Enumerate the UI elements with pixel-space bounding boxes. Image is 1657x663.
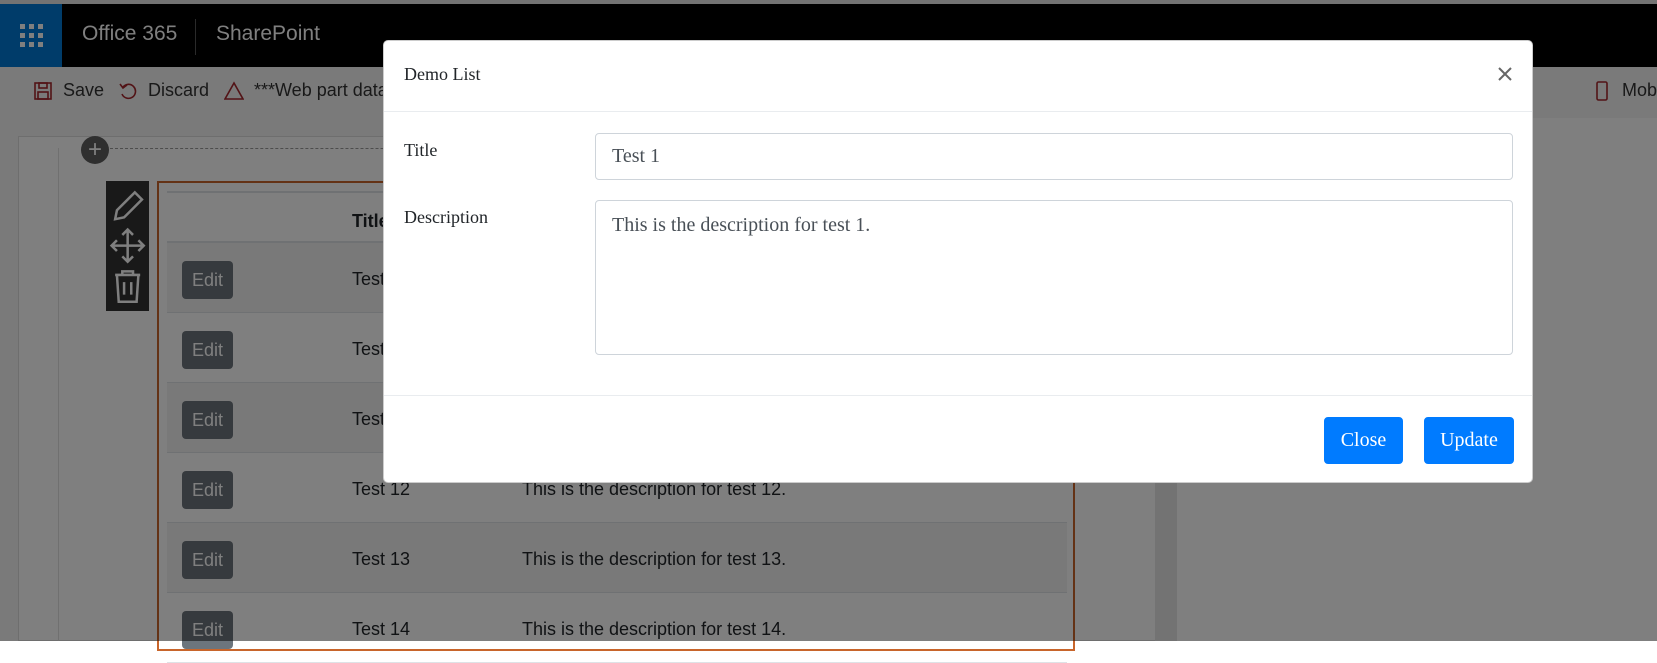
- close-icon[interactable]: [1494, 63, 1516, 85]
- modal-header: Demo List: [384, 41, 1532, 112]
- title-field-label: Title: [404, 140, 438, 160]
- close-button[interactable]: Close: [1324, 417, 1403, 464]
- modal-footer: Close Update: [384, 395, 1532, 482]
- modal-title: Demo List: [404, 64, 481, 84]
- edit-item-dialog: Demo List Title Description This is the …: [383, 40, 1533, 483]
- description-textarea[interactable]: This is the description for test 1.: [595, 200, 1513, 355]
- update-button[interactable]: Update: [1424, 417, 1514, 464]
- title-input[interactable]: [595, 133, 1513, 180]
- description-field-label: Description: [404, 207, 488, 227]
